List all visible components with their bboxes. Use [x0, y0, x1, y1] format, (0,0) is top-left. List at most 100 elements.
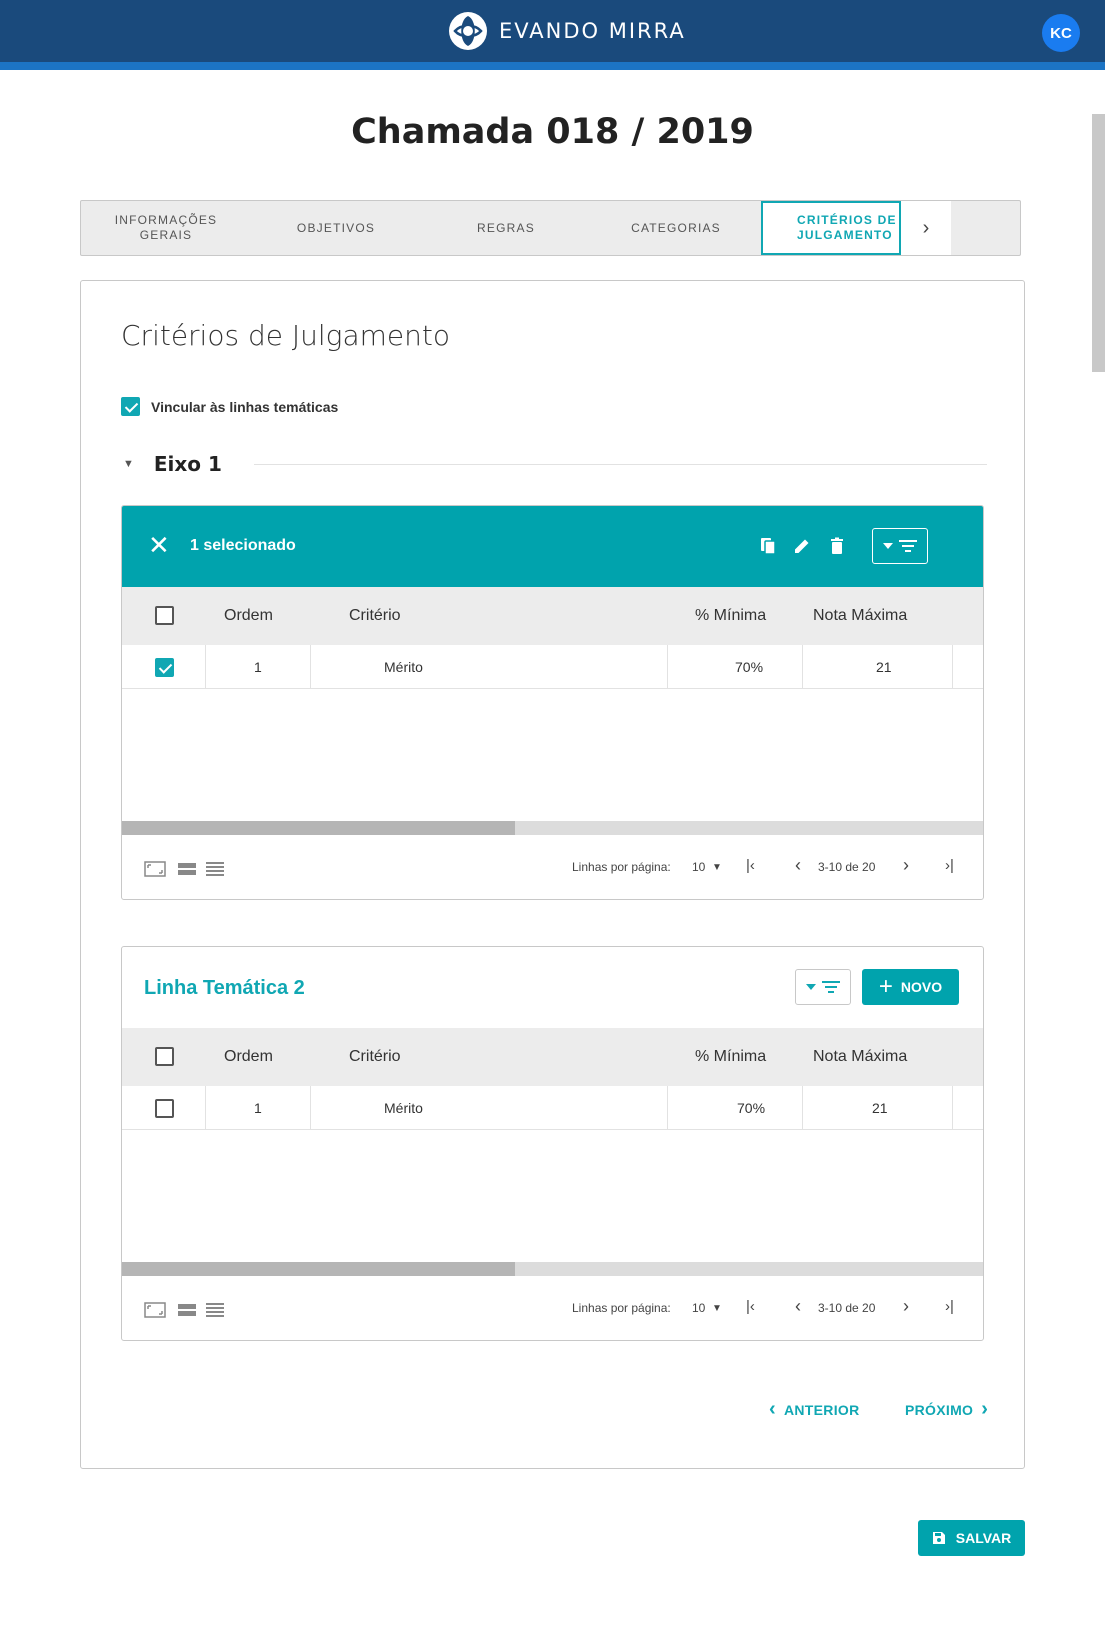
horizontal-scrollbar[interactable]: [122, 821, 983, 835]
tab-regras[interactable]: REGRAS: [421, 201, 591, 255]
logo-icon: [449, 12, 487, 50]
cell-divider: [667, 1086, 668, 1130]
last-page-icon[interactable]: ›|: [945, 1298, 954, 1315]
link-themes-label: Vincular às linhas temáticas: [151, 398, 339, 415]
tab-scroll-right-button[interactable]: ›: [901, 201, 951, 255]
table-row[interactable]: 1 Mérito 70% 21: [122, 1086, 983, 1130]
tab-label: INFORMAÇÕES: [114, 213, 218, 227]
filter-icon: [822, 981, 840, 993]
caret-down-icon[interactable]: ▼: [123, 458, 134, 470]
row-checkbox[interactable]: [155, 658, 174, 677]
tab-informacoes-gerais[interactable]: INFORMAÇÕES GERAIS: [81, 201, 251, 255]
new-button-label: NOVO: [900, 979, 943, 995]
next-page-icon[interactable]: ›: [903, 855, 909, 876]
copy-icon[interactable]: [758, 536, 778, 556]
select-all-checkbox[interactable]: [155, 1047, 174, 1066]
tab-label: CRITÉRIOS DE: [797, 213, 897, 227]
selection-count: 1 selecionado: [190, 537, 296, 554]
filter-button[interactable]: [872, 528, 928, 564]
cell-divider: [310, 645, 311, 689]
scrollbar-thumb[interactable]: [122, 1262, 515, 1276]
column-header-criterio[interactable]: Critério: [349, 1048, 401, 1066]
cell-nota-maxima: 21: [872, 1100, 888, 1116]
delete-icon[interactable]: [827, 536, 847, 556]
save-button[interactable]: SALVAR: [918, 1520, 1025, 1556]
brand[interactable]: EVANDO MIRRA: [447, 10, 686, 52]
caret-down-icon[interactable]: ▼: [712, 862, 722, 873]
brand-name: EVANDO MIRRA: [499, 19, 686, 43]
rows-per-page-select[interactable]: 10: [692, 1301, 705, 1315]
previous-button[interactable]: ‹ ANTERIOR: [769, 1398, 859, 1421]
next-page-icon[interactable]: ›: [903, 1296, 909, 1317]
tab-label: JULGAMENTO: [797, 228, 893, 242]
page-scrollbar[interactable]: [1092, 114, 1105, 372]
density-comfortable-icon[interactable]: [144, 1302, 166, 1318]
cell-divider: [802, 645, 803, 689]
table-footer: Linhas por página: 10 ▼ |‹ ‹ 3-10 de 20 …: [122, 1276, 983, 1340]
tab-categorias[interactable]: CATEGORIAS: [591, 201, 761, 255]
new-criterion-button[interactable]: + NOVO: [862, 969, 959, 1005]
close-icon[interactable]: ✕: [148, 532, 170, 558]
cell-divider: [205, 1086, 206, 1130]
first-page-icon[interactable]: |‹: [746, 1298, 755, 1315]
page-title: Chamada 018 / 2019: [351, 112, 754, 152]
cell-minima: 70%: [737, 1100, 766, 1116]
density-compact-icon[interactable]: [206, 1302, 224, 1318]
link-themes-checkbox-row[interactable]: Vincular às linhas temáticas: [121, 397, 338, 416]
density-compact-icon[interactable]: [206, 861, 224, 877]
top-bar: EVANDO MIRRA KC: [0, 0, 1105, 70]
tab-criterios-julgamento[interactable]: CRITÉRIOS DE JULGAMENTO: [761, 201, 901, 255]
density-standard-icon[interactable]: [178, 1302, 196, 1318]
divider: [253, 463, 987, 465]
filter-button[interactable]: [795, 969, 851, 1005]
caret-down-icon[interactable]: ▼: [712, 1303, 722, 1314]
cell-ordem: 1: [254, 1100, 262, 1116]
caret-down-icon: [806, 984, 816, 990]
cell-ordem: 1: [254, 659, 262, 675]
tab-label: CATEGORIAS: [631, 220, 721, 235]
column-header-minima[interactable]: % Mínima: [695, 1048, 766, 1066]
table-footer: Linhas por página: 10 ▼ |‹ ‹ 3-10 de 20 …: [122, 835, 983, 899]
cell-minima: 70%: [735, 659, 764, 675]
column-header-nota-maxima[interactable]: Nota Máxima: [813, 607, 907, 625]
density-comfortable-icon[interactable]: [144, 861, 166, 877]
next-button[interactable]: PRÓXIMO ›: [905, 1398, 988, 1421]
cell-divider: [205, 645, 206, 689]
chevron-left-icon: ‹: [769, 1398, 776, 1420]
next-label: PRÓXIMO: [905, 1401, 974, 1418]
rows-per-page-label: Linhas por página:: [572, 1301, 671, 1315]
row-checkbox[interactable]: [155, 1099, 174, 1118]
cell-divider: [310, 1086, 311, 1130]
rows-per-page-label: Linhas por página:: [572, 860, 671, 874]
avatar[interactable]: KC: [1042, 14, 1080, 52]
column-header-minima[interactable]: % Mínima: [695, 607, 766, 625]
prev-page-icon[interactable]: ‹: [795, 855, 801, 876]
column-header-ordem[interactable]: Ordem: [224, 607, 273, 625]
prev-page-icon[interactable]: ‹: [795, 1296, 801, 1317]
save-label: SALVAR: [955, 1530, 1012, 1546]
column-header-nota-maxima[interactable]: Nota Máxima: [813, 1048, 907, 1066]
cell-nota-maxima: 21: [876, 659, 892, 675]
cell-divider: [952, 1086, 953, 1130]
tab-objetivos[interactable]: OBJETIVOS: [251, 201, 421, 255]
section-title: Critérios de Julgamento: [121, 319, 450, 352]
eixo-header[interactable]: ▼ Eixo 1: [121, 449, 987, 479]
density-standard-icon[interactable]: [178, 861, 196, 877]
plus-icon: +: [878, 973, 893, 1000]
horizontal-scrollbar[interactable]: [122, 1262, 983, 1276]
column-header-criterio[interactable]: Critério: [349, 607, 401, 625]
scrollbar-thumb[interactable]: [122, 821, 515, 835]
column-header-ordem[interactable]: Ordem: [224, 1048, 273, 1066]
last-page-icon[interactable]: ›|: [945, 857, 954, 874]
link-themes-checkbox[interactable]: [121, 397, 140, 416]
edit-icon[interactable]: [792, 536, 812, 556]
rows-per-page-select[interactable]: 10: [692, 860, 705, 874]
select-all-checkbox[interactable]: [155, 606, 174, 625]
filter-icon: [899, 540, 917, 552]
table-row[interactable]: 1 Mérito 70% 21: [122, 645, 983, 689]
top-bar-stripe: [0, 62, 1105, 70]
first-page-icon[interactable]: |‹: [746, 857, 755, 874]
eixo-label: Eixo 1: [153, 452, 222, 476]
cell-divider: [802, 1086, 803, 1130]
page-range: 3-10 de 20: [818, 1301, 876, 1315]
